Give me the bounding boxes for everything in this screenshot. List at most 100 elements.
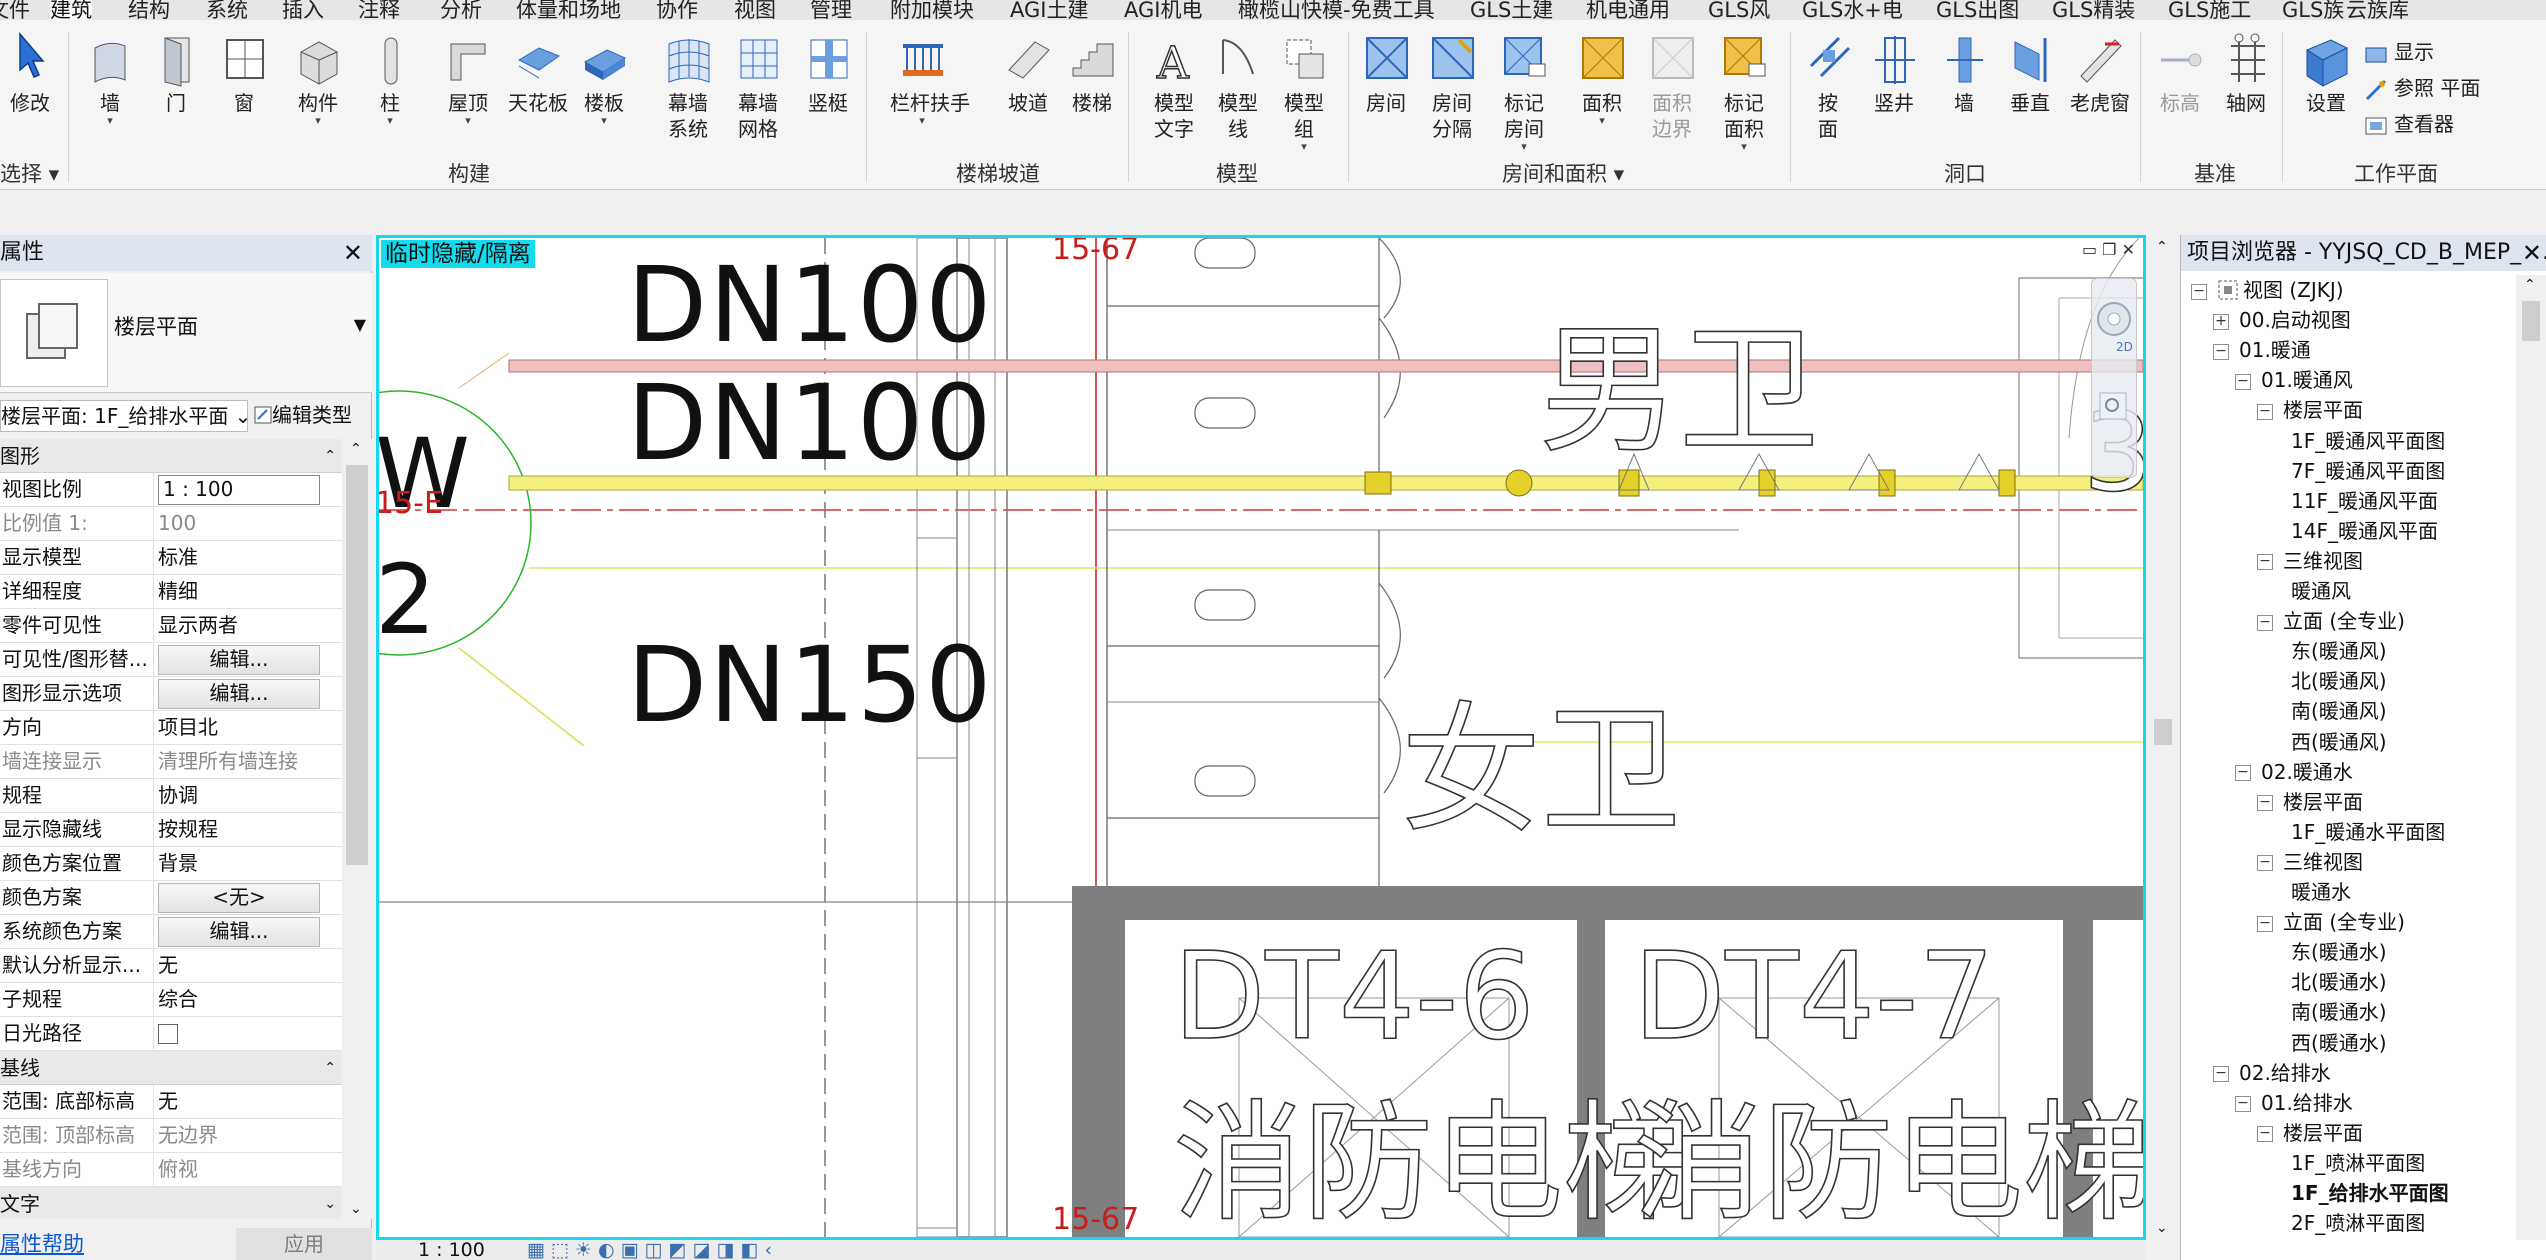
model-tool-text-button[interactable]: A 模型 文字	[1142, 30, 1206, 142]
apply-button[interactable]: 应用	[236, 1228, 372, 1260]
property-row[interactable]: 墙连接显示 清理所有墙连接	[0, 745, 342, 779]
scrollbar-thumb[interactable]	[346, 465, 368, 865]
build-tool-ceiling-button[interactable]: 天花板	[506, 30, 570, 116]
browser-scrollbar[interactable]: ⌃	[2516, 275, 2546, 1240]
property-row[interactable]: 基线方向 俯视	[0, 1153, 342, 1187]
ribbon-tab[interactable]: 注释	[358, 0, 400, 20]
ribbon-tab[interactable]: 附加模块	[890, 0, 974, 20]
browser-tree-node[interactable]: 东(暖通风)	[2291, 636, 2387, 666]
browser-tree-node[interactable]: − 楼层平面	[2257, 787, 2363, 817]
ribbon-tab[interactable]: 橄榄山快模-免费工具	[1238, 0, 1435, 20]
property-edit-button[interactable]: 编辑...	[158, 917, 320, 947]
collapse-toggle-icon[interactable]: −	[2257, 403, 2273, 420]
view-instance-dropdown[interactable]: 楼层平面: 1F_给排水平面 ⌄	[0, 400, 248, 432]
minimize-icon[interactable]: ▭	[2082, 240, 2097, 259]
properties-scrollbar[interactable]: ⌃ ⌄	[342, 439, 372, 1219]
view-vertical-scrollbar[interactable]: ⌃ ⌄	[2148, 235, 2178, 1240]
browser-tree-node[interactable]: 南(暖通风)	[2291, 696, 2387, 726]
stair-tool-stair-button[interactable]: 楼梯	[1060, 30, 1124, 116]
build-tool-mullion-button[interactable]: 竖梃	[796, 30, 860, 116]
property-row[interactable]: 规程 协调	[0, 779, 342, 813]
property-row[interactable]: 显示隐藏线 按规程	[0, 813, 342, 847]
view-scale[interactable]: 1 : 100	[418, 1240, 485, 1260]
close-icon[interactable]: ✕	[343, 235, 363, 271]
opening-tool-byface-button[interactable]: 按面	[1796, 30, 1860, 142]
opening-tool-wallop-button[interactable]: 墙	[1932, 30, 1996, 116]
browser-tree-node[interactable]: −01.暖通风	[2235, 365, 2353, 395]
ribbon-tab[interactable]: AGI土建	[1010, 0, 1088, 20]
scroll-up-icon[interactable]: ⌃	[350, 441, 362, 457]
ref-plane-button[interactable]: 参照 平面	[2364, 72, 2480, 102]
property-row[interactable]: 日光路径	[0, 1017, 342, 1051]
collapse-toggle-icon[interactable]: −	[2213, 343, 2229, 360]
model-tool-group-button[interactable]: 模型组 ▾	[1272, 30, 1336, 152]
browser-tree-node[interactable]: −02.暖通水	[2235, 757, 2353, 787]
property-row[interactable]: 系统颜色方案 编辑...	[0, 915, 342, 949]
room-tool-roomsep-button[interactable]: 房间 分隔	[1420, 30, 1484, 142]
select-dropdown[interactable]: 选择 ▾	[0, 158, 59, 188]
collapse-toggle-icon[interactable]: −	[2191, 283, 2207, 300]
browser-tree-node[interactable]: 暖通水	[2291, 877, 2351, 907]
viewer-button[interactable]: 查看器	[2364, 108, 2454, 138]
collapse-toggle-icon[interactable]: −	[2257, 1126, 2273, 1143]
category-extents[interactable]: 基线 ⌃	[0, 1051, 342, 1085]
ribbon-tab[interactable]: GLS精装	[2052, 0, 2135, 20]
property-row[interactable]: 颜色方案 <无>	[0, 881, 342, 915]
ribbon-tab[interactable]: GLS风	[1708, 0, 1770, 20]
stair-tool-rail-button[interactable]: 栏杆扶手 ▾	[890, 30, 970, 126]
build-tool-window-button[interactable]: 窗	[212, 30, 276, 116]
stair-tool-ramp-button[interactable]: 坡道	[996, 30, 1060, 116]
browser-tree-node[interactable]: +00.启动视图	[2213, 305, 2351, 335]
property-row[interactable]: 颜色方案位置 背景	[0, 847, 342, 881]
ribbon-tab[interactable]: 系统	[206, 0, 248, 20]
ribbon-tab[interactable]: 建筑	[50, 0, 92, 20]
browser-tree-node[interactable]: 西(暖通风)	[2291, 727, 2387, 757]
room-tool-area-button[interactable]: 面积 ▾	[1570, 30, 1634, 126]
property-row[interactable]: 默认分析显示... 无	[0, 949, 342, 983]
restore-icon[interactable]: ❐	[2102, 240, 2116, 259]
ribbon-tab[interactable]: 插入	[282, 0, 324, 20]
browser-tree-node[interactable]: − 三维视图	[2257, 546, 2363, 576]
property-row[interactable]: 子规程 综合	[0, 983, 342, 1017]
zoom-icon[interactable]	[2099, 392, 2127, 420]
collapse-toggle-icon[interactable]: −	[2235, 373, 2251, 390]
scroll-up-icon[interactable]: ⌃	[2156, 239, 2168, 255]
ribbon-tab[interactable]: GLS施工	[2168, 0, 2251, 20]
browser-tree-node[interactable]: 11F_暖通风平面	[2291, 486, 2438, 516]
browser-tree-node[interactable]: 北(暖通风)	[2291, 666, 2387, 696]
property-row[interactable]: 可见性/图形替... 编辑...	[0, 643, 342, 677]
browser-tree-node[interactable]: 西(暖通水)	[2291, 1028, 2387, 1058]
edit-type-button[interactable]: 编辑类型	[254, 400, 372, 432]
build-tool-column-button[interactable]: 柱 ▾	[358, 30, 422, 126]
browser-tree-node[interactable]: 东(暖通水)	[2291, 937, 2387, 967]
datum-tool-gridt-button[interactable]: 轴网	[2214, 30, 2278, 116]
room-tool-room-button[interactable]: 房间	[1354, 30, 1418, 116]
property-row[interactable]: 图形显示选项 编辑...	[0, 677, 342, 711]
property-row[interactable]: 零件可见性 显示两者	[0, 609, 342, 643]
datum-tool-level-button[interactable]: 标高	[2148, 30, 2212, 116]
browser-tree-node[interactable]: −01.暖通	[2213, 335, 2311, 365]
build-tool-door-button[interactable]: 门	[144, 30, 208, 116]
browser-tree-node[interactable]: −02.给排水	[2213, 1058, 2331, 1088]
collapse-toggle-icon[interactable]: −	[2213, 1066, 2229, 1083]
scrollbar-thumb[interactable]	[2522, 301, 2540, 341]
scrollbar-thumb[interactable]	[2154, 719, 2172, 745]
ribbon-tab[interactable]: 体量和场地	[516, 0, 621, 20]
browser-tree-node[interactable]: − 立面 (全专业)	[2257, 907, 2405, 937]
browser-tree-node[interactable]: −01.给排水	[2235, 1088, 2353, 1118]
ribbon-tab[interactable]: 视图	[734, 0, 776, 20]
ribbon-tab[interactable]: GLS水+电	[1802, 0, 1903, 20]
collapse-toggle-icon[interactable]: −	[2235, 1096, 2251, 1113]
browser-tree-node[interactable]: − 视图 (ZJKJ)	[2191, 275, 2344, 305]
build-tool-cwall-button[interactable]: 幕墙 系统	[656, 30, 720, 142]
ribbon-tab[interactable]: 管理	[810, 0, 852, 20]
collapse-toggle-icon[interactable]: −	[2235, 765, 2251, 782]
property-value-input[interactable]: 1 : 100	[158, 475, 320, 505]
collapse-toggle-icon[interactable]: −	[2257, 554, 2273, 571]
steering-wheel-icon[interactable]	[2097, 302, 2131, 336]
property-row[interactable]: 详细程度 精细	[0, 575, 342, 609]
scroll-down-icon[interactable]: ⌄	[2156, 1220, 2168, 1236]
property-edit-button[interactable]: <无>	[158, 883, 320, 913]
property-row[interactable]: 比例值 1: 100	[0, 507, 342, 541]
browser-tree-node[interactable]: 1F_喷淋平面图	[2291, 1148, 2425, 1178]
